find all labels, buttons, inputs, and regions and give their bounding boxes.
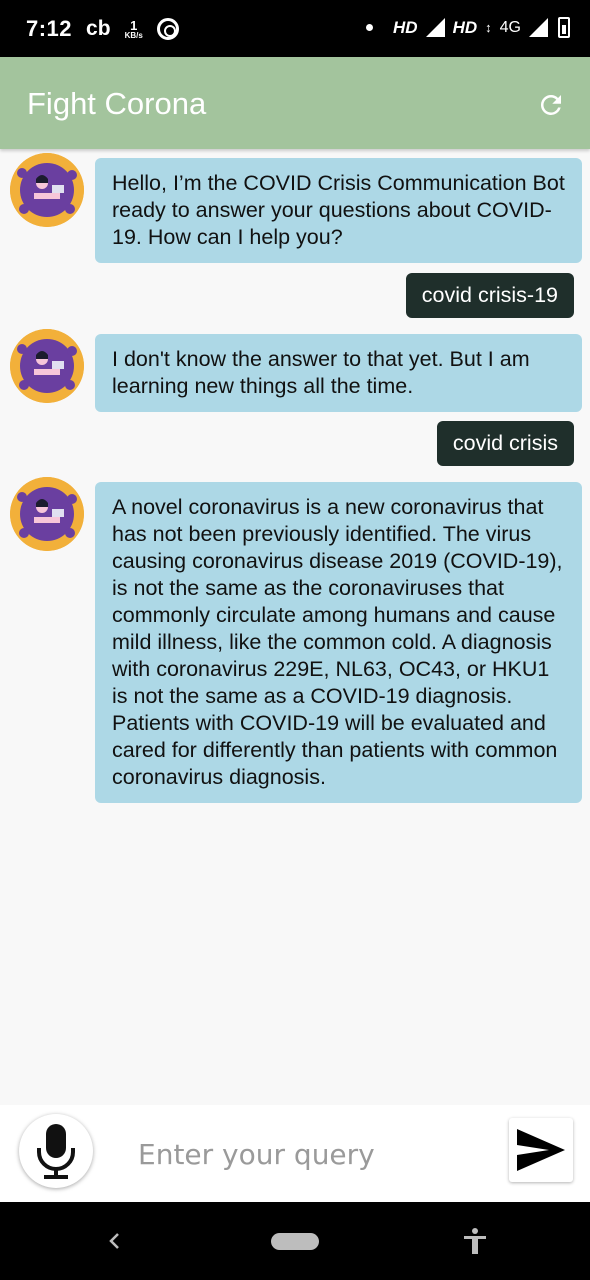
network-speed-unit: KB/s <box>124 30 143 40</box>
bot-avatar <box>10 329 84 403</box>
bot-avatar-image <box>10 477 84 551</box>
hd-label-2: HD <box>452 17 478 37</box>
send-button[interactable] <box>509 1118 573 1182</box>
bot-avatar-image <box>10 153 84 227</box>
sync-icon <box>156 18 179 40</box>
bot-message: I don't know the answer to that yet. But… <box>95 334 582 412</box>
refresh-icon[interactable] <box>536 90 566 120</box>
notification-dot-icon <box>366 24 374 31</box>
network-speed-value: 1 <box>130 17 138 33</box>
app-title: Fight Corona <box>27 86 207 121</box>
status-time: 7:12 <box>26 16 73 41</box>
back-icon[interactable] <box>100 1226 130 1256</box>
bot-message: A novel coronavirus is a new coronavirus… <box>95 482 582 803</box>
home-pill-button[interactable] <box>271 1233 319 1250</box>
bot-avatar-image <box>10 329 84 403</box>
user-message: covid crisis <box>436 421 574 466</box>
bot-avatar <box>10 477 84 551</box>
accessibility-icon[interactable] <box>460 1226 490 1256</box>
app-bar: Fight Corona <box>0 57 590 149</box>
query-input[interactable] <box>138 1133 478 1175</box>
user-message: covid crisis-19 <box>405 273 574 318</box>
microphone-button[interactable] <box>19 1114 93 1188</box>
battery-icon <box>558 17 570 38</box>
data-arrows-icon: ↕ <box>485 20 492 35</box>
bot-message: Hello, I’m the COVID Crisis Communicatio… <box>95 158 582 263</box>
signal-icon-1 <box>425 18 445 37</box>
bot-avatar <box>10 153 84 227</box>
network-type: 4G <box>499 18 521 36</box>
system-nav-bar <box>0 1202 590 1280</box>
microphone-icon <box>37 1124 75 1179</box>
send-icon <box>517 1129 565 1171</box>
hd-label-1: HD <box>393 17 418 37</box>
input-bar <box>0 1105 590 1202</box>
carrier-icon: cb <box>86 17 111 40</box>
network-speed: 1 KB/s <box>125 19 143 40</box>
chat-area[interactable]: Hello, I’m the COVID Crisis Communicatio… <box>0 149 590 1105</box>
status-bar: 7:12 cb 1 KB/s HD HD ↕ 4G <box>0 0 590 57</box>
signal-icon-2 <box>529 18 548 37</box>
